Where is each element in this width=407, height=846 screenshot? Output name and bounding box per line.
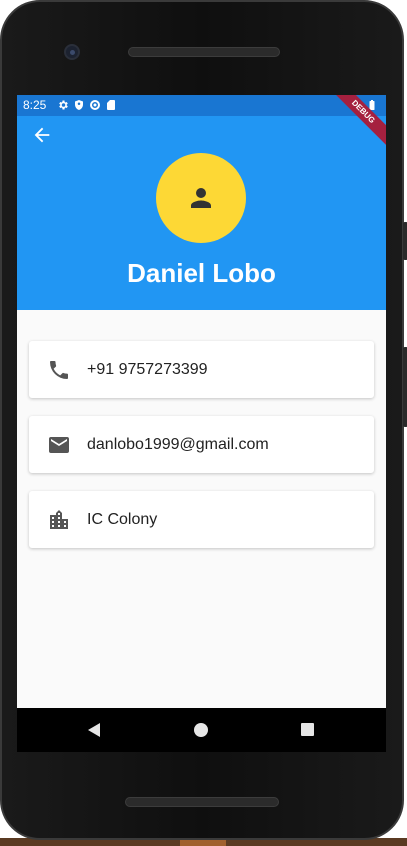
phone-icon — [47, 358, 71, 382]
person-icon — [191, 188, 211, 208]
address-text: IC Colony — [87, 510, 158, 528]
nav-recents-icon[interactable] — [301, 723, 314, 736]
bottom-speaker — [125, 797, 279, 807]
arrow-back-icon — [34, 127, 50, 143]
settings-icon — [59, 100, 68, 110]
shield-icon — [75, 100, 83, 110]
status-time: 8:25 — [23, 98, 47, 112]
location-city-icon — [47, 508, 71, 532]
phone-number: +91 9757273399 — [87, 360, 208, 378]
back-button[interactable] — [31, 124, 55, 148]
sd-card-icon — [107, 100, 115, 110]
email-icon — [47, 433, 71, 457]
email-card[interactable]: danlobo1999@gmail.com — [29, 416, 374, 473]
status-bar: 8:25 — [17, 95, 386, 116]
app-screen: 8:25 Daniel Lobo DEBUG +91 9757273399 da… — [17, 95, 386, 708]
navigation-bar — [17, 708, 386, 752]
top-speaker — [128, 47, 280, 57]
volume-button — [403, 347, 407, 427]
power-button — [403, 222, 407, 260]
contact-name: Daniel Lobo — [127, 258, 276, 288]
avatar — [156, 153, 246, 243]
vpn-icon — [90, 100, 100, 110]
front-camera — [64, 44, 80, 60]
status-left-icons — [57, 99, 117, 111]
nav-home-icon[interactable] — [194, 723, 208, 737]
nav-back-icon[interactable] — [87, 722, 101, 743]
phone-card[interactable]: +91 9757273399 — [29, 341, 374, 398]
email-address: danlobo1999@gmail.com — [87, 435, 269, 453]
address-card[interactable]: IC Colony — [29, 491, 374, 548]
profile-header: Daniel Lobo — [17, 116, 386, 310]
